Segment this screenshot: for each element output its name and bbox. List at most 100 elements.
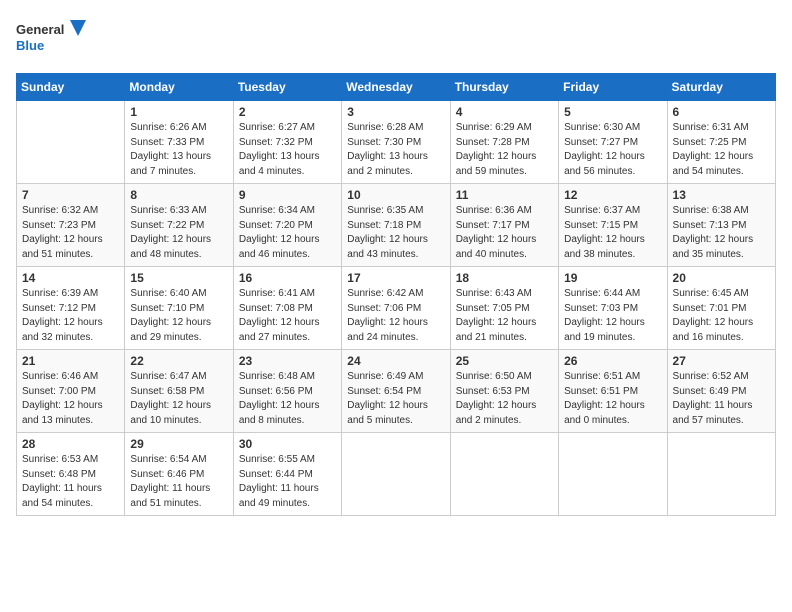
calendar-cell: 28 Sunrise: 6:53 AMSunset: 6:48 PMDayligh… [17,433,125,516]
calendar-cell: 25 Sunrise: 6:50 AMSunset: 6:53 PMDayligh… [450,350,558,433]
calendar-cell: 17 Sunrise: 6:42 AMSunset: 7:06 PMDayligh… [342,267,450,350]
day-number: 23 [239,354,336,368]
calendar-cell: 12Sunrise: 6:37 AMSunset: 7:15 PMDayligh… [559,184,667,267]
day-number: 26 [564,354,661,368]
day-info: Sunrise: 6:36 AMSunset: 7:17 PMDaylight:… [456,204,553,262]
day-number: 24 [347,354,444,368]
calendar-cell: 22 Sunrise: 6:47 AMSunset: 6:58 PMDayligh… [125,350,233,433]
calendar-cell: 10 Sunrise: 6:35 AMSunset: 7:18 PMDayligh… [342,184,450,267]
calendar-week-row: 21 Sunrise: 6:46 AMSunset: 7:00 PMDayligh… [17,350,776,433]
calendar-cell: 15 Sunrise: 6:40 AMSunset: 7:10 PMDayligh… [125,267,233,350]
day-info: Sunrise: 6:53 AMSunset: 6:48 PMDaylight:… [22,453,119,511]
calendar-cell: 26 Sunrise: 6:51 AMSunset: 6:51 PMDayligh… [559,350,667,433]
calendar-cell: 21 Sunrise: 6:46 AMSunset: 7:00 PMDayligh… [17,350,125,433]
calendar-cell: 2 Sunrise: 6:27 AMSunset: 7:32 PMDaylight… [233,101,341,184]
calendar-cell: 23 Sunrise: 6:48 AMSunset: 6:56 PMDayligh… [233,350,341,433]
calendar-cell [342,433,450,516]
day-number: 3 [347,105,444,119]
calendar-cell: 7 Sunrise: 6:32 AMSunset: 7:23 PMDaylight… [17,184,125,267]
day-number: 22 [130,354,227,368]
day-info: Sunrise: 6:38 AMSunset: 7:13 PMDaylight:… [673,204,770,262]
day-of-week-header: Sunday [17,74,125,101]
day-info: Sunrise: 6:40 AMSunset: 7:10 PMDaylight:… [130,287,227,345]
day-number: 8 [130,188,227,202]
day-info: Sunrise: 6:48 AMSunset: 6:56 PMDaylight:… [239,370,336,428]
day-info: Sunrise: 6:54 AMSunset: 6:46 PMDaylight:… [130,453,227,511]
calendar-cell [450,433,558,516]
day-number: 25 [456,354,553,368]
logo-svg: General Blue [16,16,86,61]
calendar-cell: 14 Sunrise: 6:39 AMSunset: 7:12 PMDayligh… [17,267,125,350]
day-info: Sunrise: 6:31 AMSunset: 7:25 PMDaylight:… [673,121,770,179]
day-number: 2 [239,105,336,119]
calendar-cell: 11Sunrise: 6:36 AMSunset: 7:17 PMDayligh… [450,184,558,267]
day-info: Sunrise: 6:28 AMSunset: 7:30 PMDaylight:… [347,121,444,179]
day-number: 18 [456,271,553,285]
calendar-cell: 1Sunrise: 6:26 AMSunset: 7:33 PMDaylight… [125,101,233,184]
calendar-cell: 30Sunrise: 6:55 AMSunset: 6:44 PMDayligh… [233,433,341,516]
day-info: Sunrise: 6:46 AMSunset: 7:00 PMDaylight:… [22,370,119,428]
day-of-week-header: Thursday [450,74,558,101]
day-info: Sunrise: 6:43 AMSunset: 7:05 PMDaylight:… [456,287,553,345]
calendar-cell: 16 Sunrise: 6:41 AMSunset: 7:08 PMDayligh… [233,267,341,350]
day-number: 16 [239,271,336,285]
day-info: Sunrise: 6:52 AMSunset: 6:49 PMDaylight:… [673,370,770,428]
day-info: Sunrise: 6:27 AMSunset: 7:32 PMDaylight:… [239,121,336,179]
calendar-body: 1Sunrise: 6:26 AMSunset: 7:33 PMDaylight… [17,101,776,516]
day-info: Sunrise: 6:29 AMSunset: 7:28 PMDaylight:… [456,121,553,179]
day-number: 4 [456,105,553,119]
day-info: Sunrise: 6:35 AMSunset: 7:18 PMDaylight:… [347,204,444,262]
day-number: 7 [22,188,119,202]
day-info: Sunrise: 6:33 AMSunset: 7:22 PMDaylight:… [130,204,227,262]
day-number: 20 [673,271,770,285]
day-number: 28 [22,437,119,451]
day-number: 5 [564,105,661,119]
day-info: Sunrise: 6:30 AMSunset: 7:27 PMDaylight:… [564,121,661,179]
calendar-cell: 8 Sunrise: 6:33 AMSunset: 7:22 PMDaylight… [125,184,233,267]
calendar-cell: 9Sunrise: 6:34 AMSunset: 7:20 PMDaylight… [233,184,341,267]
day-number: 6 [673,105,770,119]
calendar-week-row: 14 Sunrise: 6:39 AMSunset: 7:12 PMDayligh… [17,267,776,350]
day-info: Sunrise: 6:42 AMSunset: 7:06 PMDaylight:… [347,287,444,345]
day-number: 27 [673,354,770,368]
day-info: Sunrise: 6:45 AMSunset: 7:01 PMDaylight:… [673,287,770,345]
day-number: 30 [239,437,336,451]
calendar-cell: 27 Sunrise: 6:52 AMSunset: 6:49 PMDayligh… [667,350,775,433]
day-of-week-header: Tuesday [233,74,341,101]
page-header: General Blue [16,16,776,61]
calendar-week-row: 7 Sunrise: 6:32 AMSunset: 7:23 PMDaylight… [17,184,776,267]
day-number: 21 [22,354,119,368]
calendar-cell [667,433,775,516]
day-info: Sunrise: 6:39 AMSunset: 7:12 PMDaylight:… [22,287,119,345]
day-info: Sunrise: 6:51 AMSunset: 6:51 PMDaylight:… [564,370,661,428]
day-number: 17 [347,271,444,285]
day-number: 13 [673,188,770,202]
calendar-cell: 4 Sunrise: 6:29 AMSunset: 7:28 PMDaylight… [450,101,558,184]
calendar-cell: 29 Sunrise: 6:54 AMSunset: 6:46 PMDayligh… [125,433,233,516]
day-info: Sunrise: 6:50 AMSunset: 6:53 PMDaylight:… [456,370,553,428]
calendar-cell: 19Sunrise: 6:44 AMSunset: 7:03 PMDayligh… [559,267,667,350]
day-info: Sunrise: 6:32 AMSunset: 7:23 PMDaylight:… [22,204,119,262]
day-info: Sunrise: 6:49 AMSunset: 6:54 PMDaylight:… [347,370,444,428]
day-info: Sunrise: 6:41 AMSunset: 7:08 PMDaylight:… [239,287,336,345]
logo: General Blue [16,16,86,61]
day-info: Sunrise: 6:44 AMSunset: 7:03 PMDaylight:… [564,287,661,345]
calendar-header-row: SundayMondayTuesdayWednesdayThursdayFrid… [17,74,776,101]
day-number: 10 [347,188,444,202]
day-info: Sunrise: 6:47 AMSunset: 6:58 PMDaylight:… [130,370,227,428]
calendar-cell: 3 Sunrise: 6:28 AMSunset: 7:30 PMDaylight… [342,101,450,184]
day-number: 1 [130,105,227,119]
day-number: 14 [22,271,119,285]
day-number: 29 [130,437,227,451]
day-number: 15 [130,271,227,285]
calendar-cell: 5 Sunrise: 6:30 AMSunset: 7:27 PMDaylight… [559,101,667,184]
calendar-week-row: 1Sunrise: 6:26 AMSunset: 7:33 PMDaylight… [17,101,776,184]
svg-text:Blue: Blue [16,38,44,53]
calendar-week-row: 28 Sunrise: 6:53 AMSunset: 6:48 PMDayligh… [17,433,776,516]
calendar-cell: 24 Sunrise: 6:49 AMSunset: 6:54 PMDayligh… [342,350,450,433]
calendar-cell: 13 Sunrise: 6:38 AMSunset: 7:13 PMDayligh… [667,184,775,267]
day-number: 9 [239,188,336,202]
day-of-week-header: Friday [559,74,667,101]
calendar-table: SundayMondayTuesdayWednesdayThursdayFrid… [16,73,776,516]
calendar-cell: 20 Sunrise: 6:45 AMSunset: 7:01 PMDayligh… [667,267,775,350]
